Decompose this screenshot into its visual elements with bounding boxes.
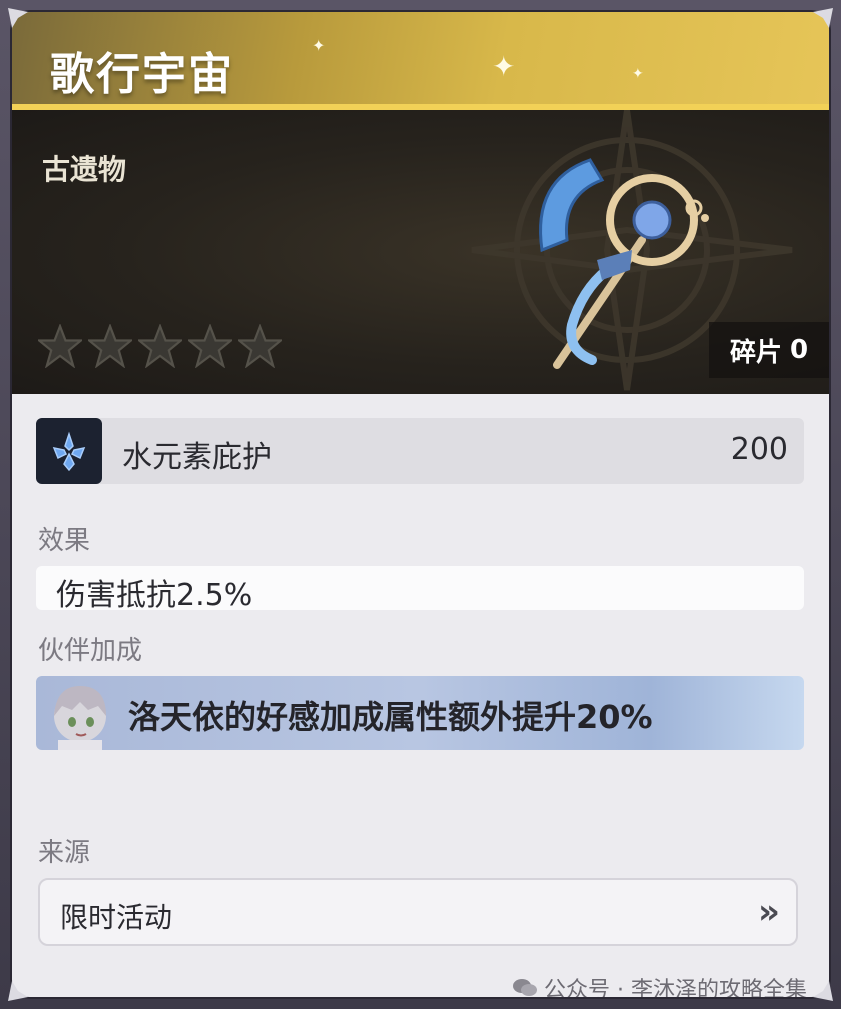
sparkle-icon: ✦: [492, 50, 516, 83]
rarity-stars: [38, 324, 282, 368]
effect-label: 效果: [38, 526, 91, 556]
item-category: 古遗物: [42, 153, 127, 186]
fragment-label: 碎片: [729, 337, 782, 368]
source-label: 来源: [38, 838, 91, 868]
sparkle-icon: ✦: [312, 36, 326, 55]
fragment-count: 0: [789, 335, 809, 365]
item-title: 歌行宇宙: [50, 49, 234, 100]
corner-ornament-icon: [813, 981, 833, 1001]
bonus-text: 洛天依的好感加成属性额外提升20%: [128, 698, 653, 736]
fragment-counter: 碎片 0: [709, 322, 829, 378]
corner-ornament-icon: [8, 981, 28, 1001]
stat-name: 水元素庇护: [122, 440, 272, 475]
double-chevron-right-icon: »: [758, 892, 780, 932]
effect-text: 伤害抵抗2.5%: [56, 578, 253, 613]
source-value: 限时活动: [60, 901, 173, 934]
bonus-label: 伙伴加成: [38, 636, 143, 666]
star-icon: [88, 324, 132, 368]
wechat-icon: [513, 979, 537, 996]
item-card: ✦ ✦ ✦ 歌行宇宙 古遗物 碎片 0 水元素庇护 200 效果 伤害抵抗2.5…: [12, 12, 829, 997]
corner-ornament-icon: [813, 8, 833, 28]
star-icon: [238, 324, 282, 368]
watermark-text: 公众号 · 李沐泽的攻略全集: [544, 978, 807, 997]
partner-bonus-box: 洛天依的好感加成属性额外提升20%: [36, 676, 804, 750]
item-banner: 古遗物 碎片 0: [12, 110, 829, 394]
staff-relic-icon: [539, 158, 709, 369]
star-icon: [38, 324, 82, 368]
sparkle-icon: ✦: [632, 66, 644, 82]
star-icon: [188, 324, 232, 368]
source-button[interactable]: 限时活动 »: [38, 878, 798, 946]
item-details: 水元素庇护 200 效果 伤害抵抗2.5% 伙伴加成 洛天依的好感加成属性额外提…: [12, 394, 829, 997]
water-flower-icon: [52, 431, 86, 472]
stat-value: 200: [730, 432, 788, 467]
effect-box: 伤害抵抗2.5%: [36, 566, 804, 613]
main-stat-row: 水元素庇护 200: [36, 418, 804, 484]
star-icon: [138, 324, 182, 368]
window-frame: ✦ ✦ ✦ 歌行宇宙 古遗物 碎片 0 水元素庇护 200 效果 伤害抵抗2.5…: [0, 0, 841, 1009]
watermark: 公众号 · 李沐泽的攻略全集: [512, 972, 807, 997]
card-header: ✦ ✦ ✦ 歌行宇宙: [12, 12, 829, 108]
character-avatar: [54, 686, 106, 750]
hydro-element-icon: [36, 418, 102, 484]
corner-ornament-icon: [8, 8, 28, 28]
